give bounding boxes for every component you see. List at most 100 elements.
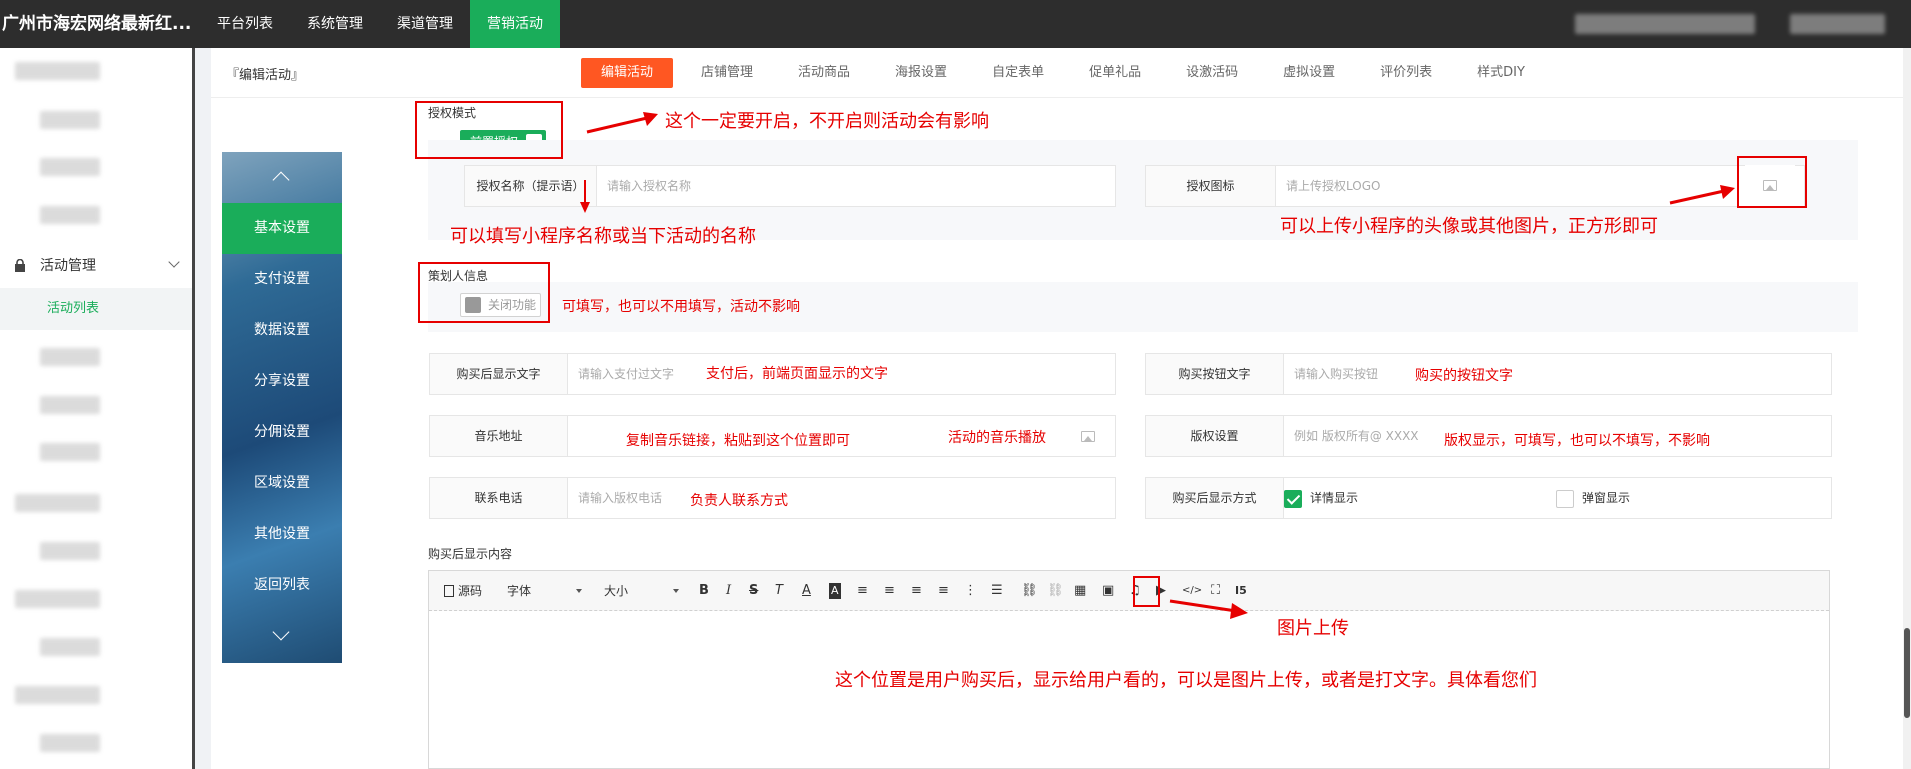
- copyright-label: 版权设置: [1146, 416, 1284, 456]
- font-select[interactable]: 字体: [507, 581, 582, 601]
- blurred-menu-item[interactable]: [40, 206, 100, 224]
- tab-bar: 『编辑活动』 编辑活动 店铺管理 活动商品 海报设置 自定表单 促单礼品 设激活…: [211, 48, 1911, 98]
- radio-popup[interactable]: 弹窗显示: [1556, 478, 1630, 518]
- blurred-menu-item[interactable]: [15, 686, 100, 704]
- annotation-arrow: [1169, 599, 1248, 619]
- music-upload[interactable]: [1063, 416, 1113, 456]
- blurred-menu-item[interactable]: [40, 396, 100, 414]
- display-mode-detail-label: 详情显示: [1310, 491, 1359, 505]
- annotation-arrow: [580, 180, 590, 213]
- annotation-music-play: 活动的音乐播放: [948, 430, 1046, 446]
- top-nav-platform-list[interactable]: 平台列表: [200, 0, 290, 48]
- chevron-down-icon[interactable]: [272, 623, 290, 641]
- clear-format-icon[interactable]: T: [775, 583, 783, 599]
- display-mode-label: 购买后显示方式: [1146, 478, 1284, 518]
- auth-name-input[interactable]: 请输入授权名称: [597, 166, 1115, 206]
- blurred-menu-item[interactable]: [40, 158, 100, 176]
- scrollbar-thumb[interactable]: [1904, 628, 1910, 718]
- italic-icon[interactable]: I: [726, 583, 731, 599]
- blurred-menu-item[interactable]: [40, 443, 100, 461]
- annotation-buy-button: 购买的按钮文字: [1415, 368, 1513, 384]
- blurred-menu-item[interactable]: [40, 111, 100, 129]
- blurred-user-info[interactable]: [1575, 14, 1755, 34]
- lock-icon: [15, 258, 25, 272]
- page-title: 『编辑活动』: [226, 68, 305, 83]
- tab-store-management[interactable]: 店铺管理: [681, 58, 773, 88]
- blurred-menu-item[interactable]: [15, 494, 100, 512]
- vnav-data-settings[interactable]: 数据设置: [222, 305, 342, 356]
- image-upload-icon[interactable]: ▣: [1102, 583, 1114, 599]
- brand-title: 广州市海宏网络最新红...: [2, 14, 192, 34]
- vnav-basic-settings[interactable]: 基本设置: [222, 203, 342, 254]
- auth-icon-label: 授权图标: [1146, 166, 1276, 206]
- blurred-menu-item[interactable]: [40, 734, 100, 752]
- source-button[interactable]: 源码: [444, 583, 482, 599]
- unlink-icon[interactable]: ⛓: [1047, 583, 1064, 599]
- auth-name-field: 授权名称（提示语） 请输入授权名称: [464, 165, 1116, 207]
- link-icon[interactable]: ⛓: [1021, 583, 1038, 599]
- sidebar-group-activity-management[interactable]: 活动管理: [0, 244, 192, 286]
- blurred-menu-item[interactable]: [40, 542, 100, 560]
- tab-virtual-settings[interactable]: 虚拟设置: [1263, 58, 1355, 88]
- bold-icon[interactable]: B: [699, 583, 709, 599]
- tab-activation-codes[interactable]: 设激活码: [1166, 58, 1258, 88]
- tab-style-diy[interactable]: 样式DIY: [1457, 58, 1545, 88]
- size-select[interactable]: 大小: [604, 581, 679, 601]
- annotation-box-auth-icon: [1737, 156, 1807, 208]
- blurred-menu-item[interactable]: [40, 348, 100, 366]
- tab-custom-form[interactable]: 自定表单: [972, 58, 1064, 88]
- vnav-share-settings[interactable]: 分享设置: [222, 356, 342, 407]
- tab-promo-gifts[interactable]: 促单礼品: [1069, 58, 1161, 88]
- top-nav-marketing[interactable]: 营销活动: [470, 0, 560, 48]
- blurred-account-menu[interactable]: [1790, 14, 1885, 34]
- display-mode-field: 购买后显示方式 详情显示 弹窗显示: [1145, 477, 1832, 519]
- phone-label: 联系电话: [430, 478, 568, 518]
- size-select-label: 大小: [604, 584, 629, 598]
- align-justify-icon[interactable]: ≡: [938, 583, 949, 599]
- annotation-planner: 可填写，也可以不用填写，活动不影响: [562, 299, 800, 315]
- align-right-icon[interactable]: ≡: [911, 583, 922, 599]
- radio-detail[interactable]: 详情显示: [1284, 478, 1358, 518]
- vnav-payment-settings[interactable]: 支付设置: [222, 254, 342, 305]
- blurred-menu-item[interactable]: [15, 62, 100, 80]
- ordered-list-icon[interactable]: ⋮: [964, 583, 977, 599]
- blurred-menu-item[interactable]: [40, 638, 100, 656]
- tab-review-list[interactable]: 评价列表: [1360, 58, 1452, 88]
- annotation-arrow: [1669, 185, 1735, 205]
- align-center-icon[interactable]: ≡: [884, 583, 895, 599]
- page-scrollbar[interactable]: [1903, 48, 1911, 769]
- strikethrough-icon[interactable]: S: [749, 583, 758, 599]
- music-url-label: 音乐地址: [430, 416, 568, 456]
- vnav-back-to-list[interactable]: 返回列表: [222, 560, 342, 611]
- dropdown-icon: [576, 589, 582, 593]
- font-color-icon[interactable]: A: [802, 583, 811, 599]
- vnav-region-settings[interactable]: 区域设置: [222, 458, 342, 509]
- annotation-auth-mode: 这个一定要开启，不开启则活动会有影响: [665, 111, 989, 132]
- sidebar-item-activity-list[interactable]: 活动列表: [0, 288, 192, 330]
- top-nav-system-management[interactable]: 系统管理: [290, 0, 380, 48]
- align-left-icon[interactable]: ≡: [857, 583, 868, 599]
- unordered-list-icon[interactable]: ☰: [991, 583, 1003, 599]
- image-icon: [1081, 431, 1095, 442]
- source-icon: [444, 585, 454, 597]
- annotation-after-pay: 支付后，前端页面显示的文字: [706, 366, 888, 382]
- phone-input[interactable]: 请输入版权电话: [568, 478, 1115, 518]
- tab-edit-activity[interactable]: 编辑活动: [581, 58, 674, 88]
- vnav-other-settings[interactable]: 其他设置: [222, 509, 342, 560]
- background-color-icon[interactable]: A: [829, 583, 841, 599]
- tab-poster-settings[interactable]: 海报设置: [875, 58, 967, 88]
- checkbox-checked-icon: [1284, 489, 1302, 508]
- blurred-menu-item[interactable]: [15, 590, 100, 608]
- table-icon[interactable]: ▦: [1074, 583, 1086, 599]
- top-bar: 广州市海宏网络最新红... 平台列表 系统管理 渠道管理 营销活动: [0, 0, 1911, 48]
- top-nav-channel-management[interactable]: 渠道管理: [380, 0, 470, 48]
- source-label: 源码: [458, 584, 483, 598]
- buy-button-input[interactable]: 请输入购买按钮: [1284, 354, 1831, 394]
- annotation-box-auth-mode: [415, 101, 563, 159]
- annotation-arrow: [586, 112, 658, 134]
- tab-activity-products[interactable]: 活动商品: [778, 58, 870, 88]
- checkbox-unchecked-icon: [1556, 489, 1574, 508]
- vnav-commission-settings[interactable]: 分佣设置: [222, 407, 342, 458]
- chevron-up-icon[interactable]: [272, 171, 290, 189]
- dropdown-icon: [673, 589, 679, 593]
